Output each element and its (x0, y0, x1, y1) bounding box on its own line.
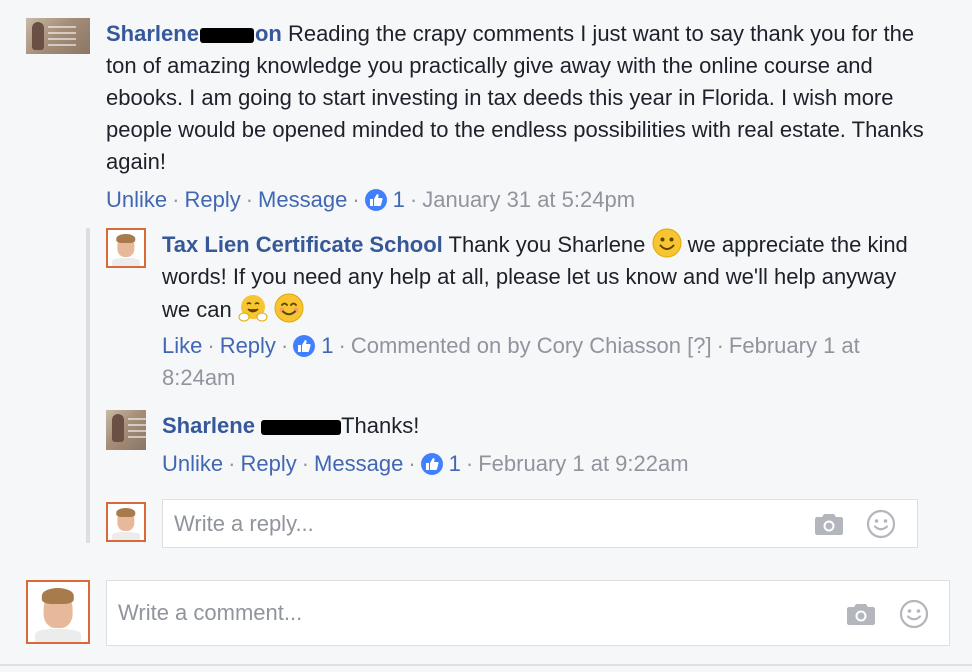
current-user-avatar (106, 502, 146, 542)
reply-1-body: Tax Lien Certificate School Thank you Sh… (162, 228, 922, 326)
reply-thread-line (86, 228, 90, 543)
timestamp[interactable]: January 31 at 5:24pm (422, 187, 635, 212)
timestamp[interactable]: February 1 at 9:22am (478, 451, 688, 476)
like-count[interactable]: 1 (449, 451, 461, 476)
commented-by-text: Commented on by Cory Chiasson (350, 333, 681, 358)
sharlene-avatar[interactable] (106, 410, 146, 450)
sharlene-avatar[interactable] (26, 18, 90, 54)
reply-input-placeholder: Write a reply... (174, 511, 314, 536)
bottom-divider (0, 664, 972, 666)
reply-link[interactable]: Reply (240, 451, 296, 476)
message-link[interactable]: Message (258, 187, 347, 212)
reply-2-body: Sharlene Thanks! (162, 410, 902, 442)
redaction-bar (261, 419, 342, 435)
reply-text: Thanks! (341, 413, 420, 438)
message-link[interactable]: Message (314, 451, 403, 476)
like-count[interactable]: 1 (393, 187, 405, 212)
comment-author-name[interactable]: Sharlene on (106, 21, 282, 46)
reply-2-actions: Unlike · Reply · Message · 1 · February 1 at 9:2… (162, 451, 689, 476)
camera-icon[interactable] (814, 512, 844, 536)
camera-icon[interactable] (846, 602, 876, 626)
thumbs-up-icon[interactable] (293, 335, 316, 357)
like-link[interactable]: Like (162, 333, 202, 358)
comment-input-placeholder: Write a comment... (118, 600, 303, 625)
help-link[interactable]: [?] (687, 333, 711, 358)
reply-1-actions: Like · Reply · 1 · Commented on by Cory Chiass… (162, 333, 860, 390)
comment-1-body: Sharlene on Reading the crapy comments I … (106, 18, 926, 178)
reply-link[interactable]: Reply (184, 187, 240, 212)
redaction-bar (199, 27, 254, 43)
reply-text-part1: Thank you Sharlene (448, 232, 646, 257)
smiley-emoji-icon (652, 228, 682, 258)
reply-author-name[interactable]: Tax Lien Certificate School (162, 232, 443, 257)
tax-lien-school-avatar[interactable] (106, 228, 146, 268)
unlike-link[interactable]: Unlike (106, 187, 167, 212)
reply-author-name[interactable]: Sharlene (162, 413, 342, 438)
thumbs-up-icon[interactable] (420, 453, 443, 475)
reply-link[interactable]: Reply (220, 333, 276, 358)
comment-input[interactable]: Write a comment... (106, 580, 950, 646)
like-count[interactable]: 1 (321, 333, 333, 358)
comment-1-actions: Unlike · Reply · Message · 1 · January 31 at 5:2… (106, 187, 636, 212)
hugging-face-emoji-icon (238, 295, 268, 322)
smiling-face-emoji-icon (274, 293, 304, 323)
thumbs-up-icon[interactable] (364, 189, 387, 211)
emoji-picker-icon[interactable] (899, 599, 929, 629)
unlike-link[interactable]: Unlike (162, 451, 223, 476)
emoji-picker-icon[interactable] (866, 509, 896, 539)
current-user-avatar (26, 580, 90, 644)
reply-input[interactable]: Write a reply... (162, 499, 918, 548)
